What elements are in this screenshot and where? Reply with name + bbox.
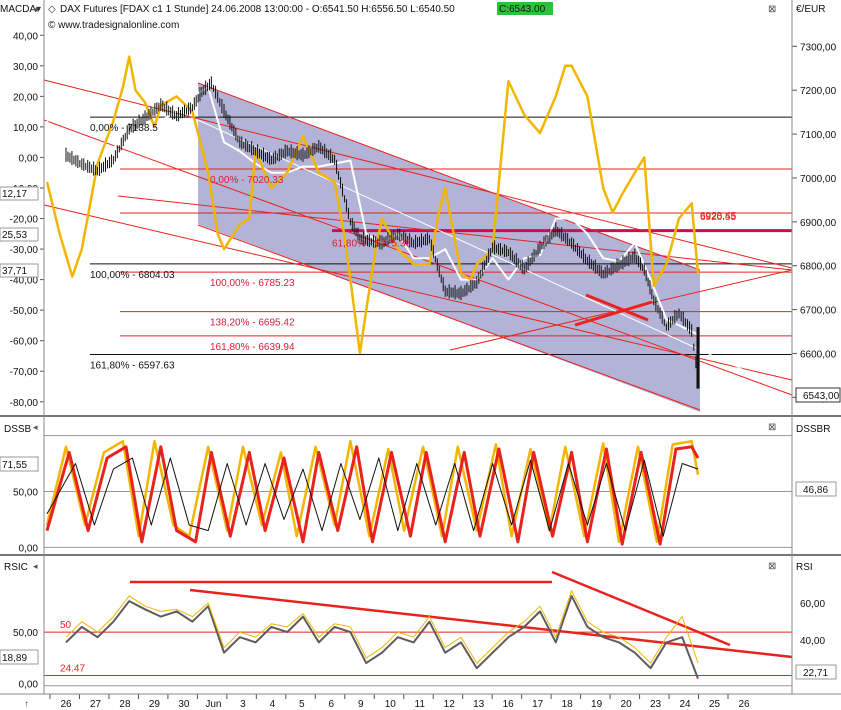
fib-level-label: 161,80% - 6639.94 bbox=[210, 342, 295, 353]
panel-menu-icon[interactable]: ◂ bbox=[33, 4, 38, 14]
rsi-label: RSI bbox=[796, 562, 813, 573]
x-axis-label: 19 bbox=[591, 699, 603, 710]
rsi-right-axis-label: 60,00 bbox=[800, 599, 825, 610]
fib-level-label: 161,80% - 6597.63 bbox=[90, 360, 175, 371]
x-axis-label: Jun bbox=[205, 699, 221, 710]
scroll-left-icon[interactable]: ↑ bbox=[24, 699, 29, 710]
x-axis-label: 18 bbox=[562, 699, 574, 710]
right-axis-tick-label: 7100,00 bbox=[800, 130, 837, 141]
x-axis-label: 25 bbox=[709, 699, 721, 710]
rsi-right-tag: 22,71 bbox=[803, 668, 828, 679]
fib-level-label: 100,00% - 6804.03 bbox=[90, 270, 175, 281]
dssb-left-tag: 71,55 bbox=[2, 460, 27, 471]
rsi-level-label: 24.47 bbox=[60, 663, 85, 674]
x-axis-label: 9 bbox=[358, 699, 364, 710]
x-axis-label: 27 bbox=[90, 699, 102, 710]
right-axis-tick-label: 6800,00 bbox=[800, 262, 837, 273]
x-axis-label: 6 bbox=[329, 699, 335, 710]
left-axis-tick-label: -80,00 bbox=[10, 398, 39, 409]
fib-level-label: 61,80% - 6875.36 bbox=[332, 239, 411, 250]
x-axis-label: 29 bbox=[149, 699, 161, 710]
left-axis-tick-label: -20,00 bbox=[10, 215, 39, 226]
panel-close-icon[interactable]: ⊠ bbox=[768, 4, 776, 15]
currency-label: €/EUR bbox=[796, 4, 825, 15]
left-axis-tick-label: 40,00 bbox=[13, 31, 38, 42]
left-axis-tick-label: 10,00 bbox=[13, 123, 38, 134]
x-axis-label: 23 bbox=[650, 699, 662, 710]
left-axis-tick-label: -70,00 bbox=[10, 367, 39, 378]
macda-label: MACDA bbox=[0, 4, 36, 15]
right-axis-tick-label: 7200,00 bbox=[800, 86, 837, 97]
fib-level-label: 0,00% - 7020.33 bbox=[210, 175, 284, 186]
rsi-level-label: 50 bbox=[60, 620, 72, 631]
rsi-right-axis-label: 40,00 bbox=[800, 636, 825, 647]
x-axis-label: 28 bbox=[119, 699, 131, 710]
x-axis-label: 13 bbox=[473, 699, 485, 710]
left-value-tag: 12,17 bbox=[2, 189, 27, 200]
left-axis-tick-label: -60,00 bbox=[10, 337, 39, 348]
source-label: © www.tradesignalonline.com bbox=[48, 20, 179, 31]
x-axis-label: 11 bbox=[415, 699, 426, 710]
x-axis-label: 16 bbox=[503, 699, 515, 710]
right-axis-tick-label: 7300,00 bbox=[800, 42, 837, 53]
left-axis-tick-label: 30,00 bbox=[13, 62, 38, 73]
x-axis-label: 26 bbox=[738, 699, 750, 710]
right-value-tag: 6543,00 bbox=[803, 391, 840, 402]
chart-stage: 40,0030,0020,0010,000,00-10,00-20,00-30,… bbox=[0, 0, 841, 710]
dssb-axis-label: 0,00 bbox=[19, 543, 39, 554]
left-value-tag: 25,53 bbox=[2, 230, 27, 241]
x-axis-label: 17 bbox=[532, 699, 544, 710]
x-axis-label: 30 bbox=[178, 699, 190, 710]
x-axis-label: 10 bbox=[385, 699, 397, 710]
left-axis-tick-label: -50,00 bbox=[10, 306, 39, 317]
rsic-title: RSIC bbox=[4, 562, 28, 573]
panel-dssb-bg bbox=[44, 418, 792, 555]
x-axis-label: 5 bbox=[299, 699, 305, 710]
annotation-level-label: 6920.55 bbox=[700, 212, 737, 223]
left-axis-tick-label: 0,00 bbox=[19, 153, 39, 164]
x-axis-label: 24 bbox=[679, 699, 691, 710]
fib-level-label: 100,00% - 6785.23 bbox=[210, 278, 295, 289]
left-axis-tick-label: 20,00 bbox=[13, 92, 38, 103]
x-axis-label: 26 bbox=[60, 699, 72, 710]
x-axis-label: 20 bbox=[621, 699, 633, 710]
rsic-axis-label: 0,00 bbox=[19, 680, 39, 691]
close-price-label: C:6543.00 bbox=[499, 4, 546, 15]
right-axis-tick-label: 6700,00 bbox=[800, 306, 837, 317]
panel-close-icon[interactable]: ⊠ bbox=[768, 561, 776, 572]
dssbr-label: DSSBR bbox=[796, 424, 830, 435]
chart-title: DAX Futures [FDAX c1 1 Stunde] 24.06.200… bbox=[60, 4, 455, 15]
dssb-right-tag: 46,86 bbox=[803, 485, 828, 496]
fib-level-label: 138,20% - 6695.42 bbox=[210, 318, 295, 329]
rsic-axis-label: 50,00 bbox=[13, 628, 38, 639]
x-axis-label: 12 bbox=[444, 699, 456, 710]
left-axis-tick-label: -30,00 bbox=[10, 245, 39, 256]
panel-menu-icon[interactable]: ◂ bbox=[33, 561, 38, 571]
symbol-icon: ◇ bbox=[48, 4, 56, 15]
right-axis-tick-label: 6900,00 bbox=[800, 218, 837, 229]
dssb-title: DSSB bbox=[4, 424, 32, 435]
dssb-axis-label: 50,00 bbox=[13, 488, 38, 499]
panel-close-icon[interactable]: ⊠ bbox=[768, 422, 776, 433]
panel-menu-icon[interactable]: ◂ bbox=[33, 422, 38, 432]
fib-level-label: 0,00% - 7138.5 bbox=[90, 123, 158, 134]
x-axis-label: 4 bbox=[270, 699, 276, 710]
rsic-left-tag: 18,89 bbox=[2, 653, 27, 664]
left-value-tag: 37,71 bbox=[2, 266, 27, 277]
right-axis-tick-label: 7000,00 bbox=[800, 174, 837, 185]
right-axis-tick-label: 6600,00 bbox=[800, 349, 837, 360]
x-axis-label: 3 bbox=[240, 699, 246, 710]
